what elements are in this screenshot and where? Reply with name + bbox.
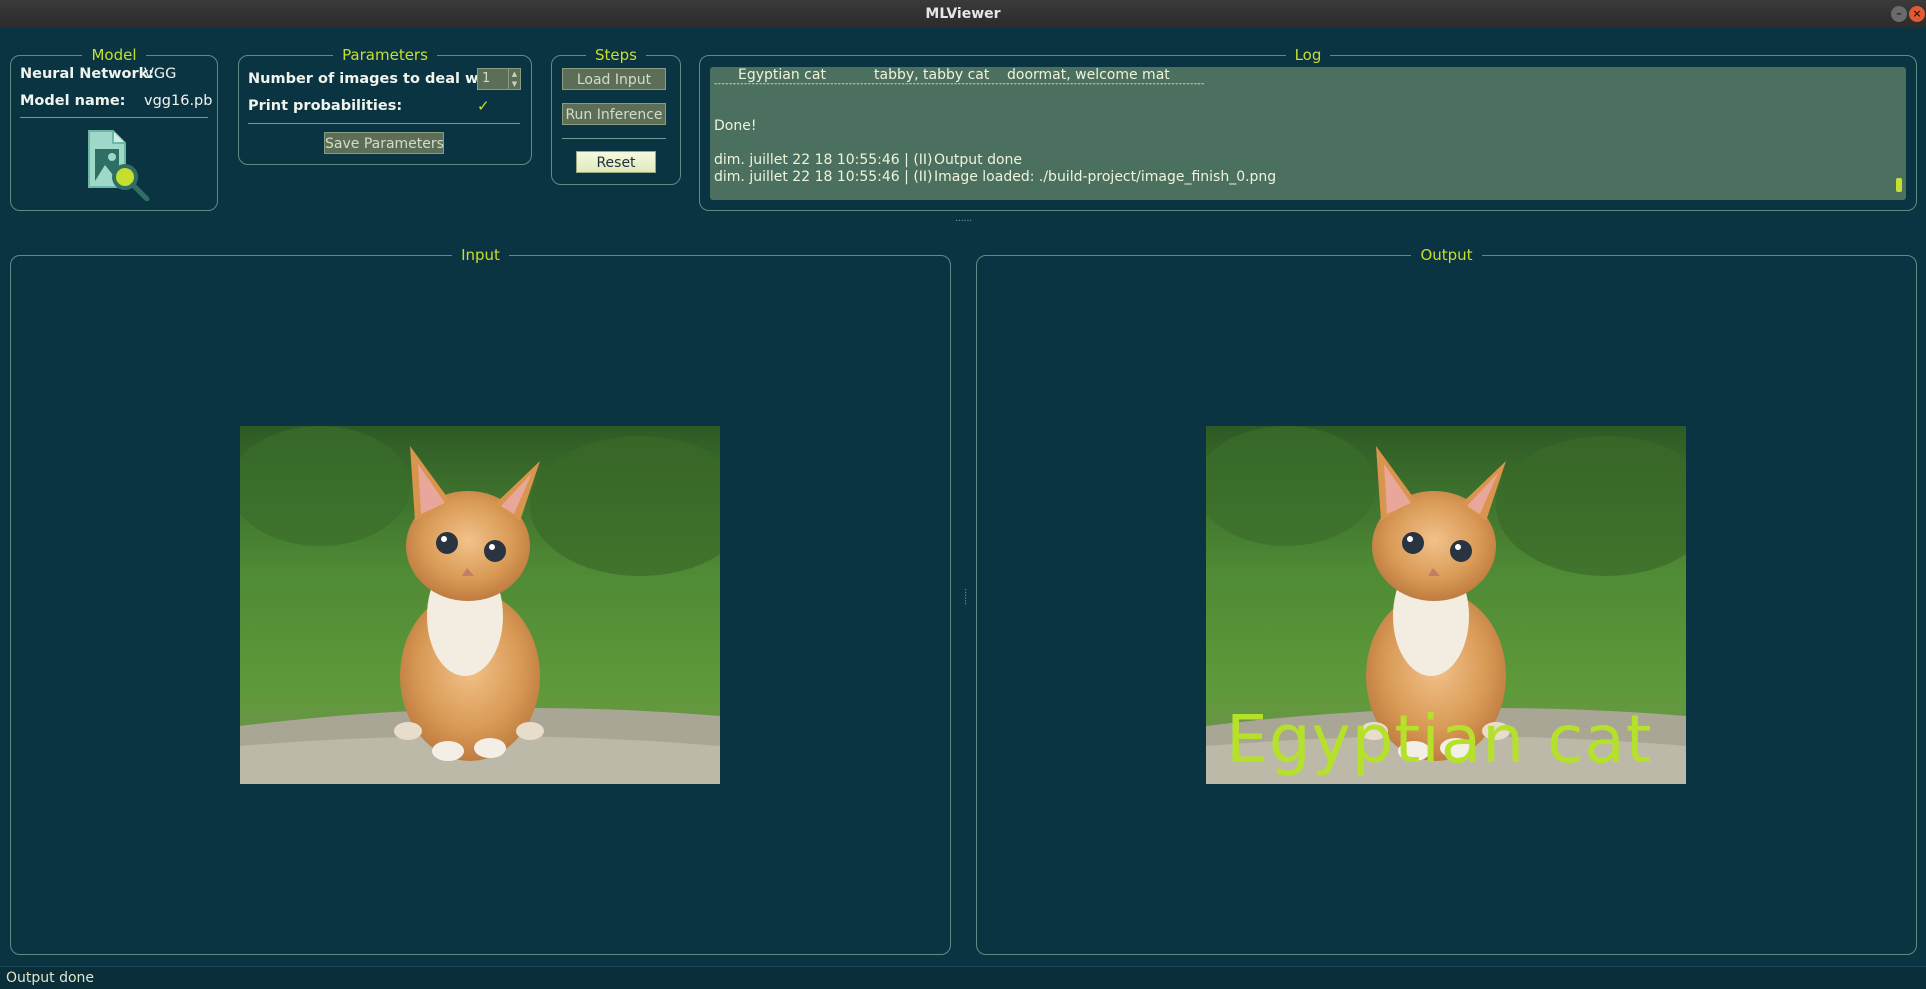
print-prob-label: Print probabilities: xyxy=(248,98,403,114)
network-label: Neural Network: xyxy=(20,66,155,82)
print-prob-checkbox[interactable]: ✓ xyxy=(477,97,490,115)
model-name-value: vgg16.pb xyxy=(144,93,213,109)
divider xyxy=(20,117,208,118)
output-panel: Output Egyptian cat xyxy=(976,246,1917,955)
log-entry-message: Image loaded: ./build-project/image_fini… xyxy=(934,169,1277,185)
parameters-group-title: Parameters xyxy=(333,46,437,64)
output-overlay-label: Egyptian cat xyxy=(1226,701,1653,778)
status-text: Output done xyxy=(6,970,95,986)
minimize-icon[interactable]: – xyxy=(1891,6,1907,22)
log-entry-message: Output done xyxy=(934,152,1023,168)
model-group: Model Neural Network: VGG Model name: vg… xyxy=(10,46,218,211)
vertical-splitter-handle[interactable]: ...... xyxy=(962,588,972,605)
log-separator: ----------------------------------------… xyxy=(714,79,1205,89)
save-parameters-button[interactable]: Save Parameters xyxy=(324,132,444,154)
window-title: MLViewer xyxy=(925,6,1001,22)
divider xyxy=(562,138,666,139)
output-panel-title: Output xyxy=(1411,246,1482,264)
status-bar: Output done xyxy=(0,966,1926,989)
input-panel-title: Input xyxy=(452,246,509,264)
log-group: Log Egyptian cat tabby, tabby cat doorma… xyxy=(699,46,1917,211)
log-entry-timestamp: dim. juillet 22 18 10:55:46 | (II) xyxy=(714,169,933,185)
model-name-label: Model name: xyxy=(20,93,126,109)
parameters-group: Parameters Number of images to deal with… xyxy=(238,46,532,165)
log-done: Done! xyxy=(714,118,757,134)
reset-button[interactable]: Reset xyxy=(576,151,656,173)
input-image xyxy=(240,426,720,784)
log-scrollbar[interactable] xyxy=(1896,178,1902,192)
num-images-label: Number of images to deal with: xyxy=(248,71,507,87)
output-image: Egyptian cat xyxy=(1206,426,1686,784)
image-search-icon[interactable] xyxy=(77,127,153,202)
load-input-button[interactable]: Load Input xyxy=(562,68,666,90)
log-entry-timestamp: dim. juillet 22 18 10:55:46 | (II) xyxy=(714,152,933,168)
divider xyxy=(248,123,520,124)
window-titlebar: MLViewer – × xyxy=(0,0,1926,28)
num-images-value: 1 xyxy=(482,71,491,86)
log-group-title: Log xyxy=(1285,46,1331,64)
input-panel: Input xyxy=(10,246,951,955)
model-group-title: Model xyxy=(82,46,146,64)
horizontal-splitter-handle[interactable]: ...... xyxy=(955,214,972,224)
steps-group-title: Steps xyxy=(586,46,646,64)
run-inference-button[interactable]: Run Inference xyxy=(562,103,666,125)
close-icon[interactable]: × xyxy=(1909,6,1925,22)
steps-group: Steps Load Input Run Inference Reset xyxy=(551,46,681,185)
spin-arrows-icon[interactable]: ▲ ▼ xyxy=(508,69,520,89)
network-value: VGG xyxy=(144,66,177,82)
log-textarea[interactable]: Egyptian cat tabby, tabby cat doormat, w… xyxy=(710,67,1906,200)
num-images-spinbox[interactable]: 1 ▲ ▼ xyxy=(477,68,521,90)
